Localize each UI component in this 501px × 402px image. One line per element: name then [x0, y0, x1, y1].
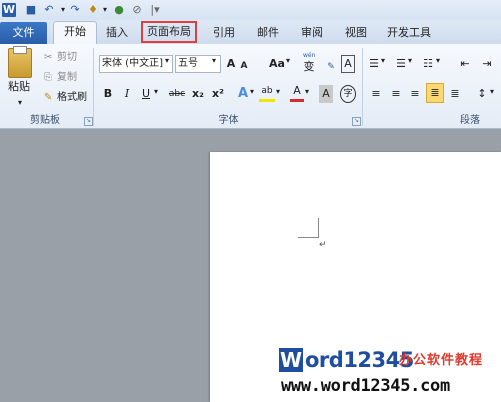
bold-button[interactable]: B: [101, 85, 115, 103]
change-case-button[interactable]: Aa: [268, 55, 286, 73]
highlight-dropdown-icon[interactable]: ▾: [276, 87, 280, 96]
font-color-dropdown-icon[interactable]: ▾: [305, 87, 309, 96]
strikethrough-button[interactable]: abc: [167, 85, 187, 103]
justify-icon[interactable]: ≣: [426, 83, 444, 103]
customize-icon[interactable]: |▾: [148, 3, 162, 17]
subscript-button[interactable]: x₂: [190, 85, 206, 103]
align-right-icon[interactable]: ≡: [408, 85, 422, 103]
paste-dropdown-icon[interactable]: ▾: [14, 94, 26, 112]
decrease-indent-icon[interactable]: ⇤: [458, 55, 472, 73]
change-case-dropdown-icon[interactable]: ▾: [286, 56, 290, 65]
watermark-url: www.word12345.com: [281, 376, 450, 396]
margin-corner-mark: [318, 218, 319, 238]
tab-developer[interactable]: 开发工具: [385, 23, 433, 43]
numbering-icon[interactable]: ☰: [395, 55, 407, 73]
watermark: W ord12345 办公软件教程 www.word12345.com: [279, 346, 494, 402]
group-separator: [362, 48, 363, 126]
font-launcher-icon[interactable]: ↘: [352, 117, 361, 126]
font-size-value: 五号: [178, 58, 198, 69]
align-center-icon[interactable]: ≡: [389, 85, 403, 103]
highlight-button[interactable]: ab: [259, 83, 275, 102]
enclose-characters-button[interactable]: 字: [340, 85, 356, 103]
clipboard-group-label: 剪贴板: [30, 115, 60, 126]
color-icon[interactable]: ●: [112, 3, 126, 17]
undo-icon[interactable]: ↶: [42, 3, 56, 17]
font-name-value: 宋体 (中文正]: [102, 58, 163, 69]
watermark-logo: W: [279, 348, 303, 372]
copy-button[interactable]: 复制: [57, 70, 77, 86]
font-group-label: 字体: [218, 115, 239, 126]
margin-corner-mark: [298, 237, 319, 238]
tab-review[interactable]: 审阅: [295, 23, 329, 43]
quick-access-toolbar: W ■ ↶ ▾ ↷ ♦ ▾ ● ⊘ |▾: [0, 0, 501, 21]
clear-formatting-icon[interactable]: ✎: [324, 58, 338, 76]
shrink-font-button[interactable]: A: [238, 57, 250, 75]
align-left-icon[interactable]: ≡: [369, 85, 383, 103]
clear-icon[interactable]: ⊘: [130, 3, 144, 17]
numbering-dropdown-icon[interactable]: ▾: [408, 56, 412, 65]
ribbon-tabs: 文件 开始 插入 页面布局 引用 邮件 审阅 视图 开发工具: [0, 20, 501, 45]
line-spacing-dropdown-icon[interactable]: ▾: [490, 87, 494, 96]
copy-icon: ⎘: [44, 72, 52, 83]
group-separator: [93, 48, 94, 126]
tab-view[interactable]: 视图: [339, 23, 373, 43]
underline-button[interactable]: U: [139, 85, 153, 103]
character-shading-button[interactable]: A: [319, 85, 333, 103]
font-name-dropdown-icon[interactable]: ▾: [165, 56, 169, 65]
format-painter-brush-icon: ✎: [44, 92, 53, 103]
multilevel-list-icon[interactable]: ☷: [421, 55, 435, 73]
bullets-icon[interactable]: ☰: [368, 55, 380, 73]
clipboard-launcher-icon[interactable]: ↘: [84, 117, 93, 126]
save-icon[interactable]: ■: [24, 3, 38, 17]
tab-references[interactable]: 引用: [207, 23, 241, 43]
redo-icon[interactable]: ↷: [68, 3, 82, 17]
paragraph-group-label: 段落: [460, 115, 480, 126]
line-spacing-icon[interactable]: ↕: [475, 85, 489, 103]
phonetic-guide-button[interactable]: 变: [301, 58, 317, 76]
increase-indent-icon[interactable]: ⇥: [480, 55, 494, 73]
cut-icon: ✂: [44, 52, 53, 63]
font-name-select[interactable]: 宋体 (中文正]: [99, 55, 173, 73]
tab-page-layout[interactable]: 页面布局: [141, 21, 197, 43]
tab-file[interactable]: 文件: [0, 22, 47, 44]
italic-button[interactable]: I: [120, 85, 134, 103]
paragraph-mark: ↵: [319, 240, 327, 250]
watermark-slogan: 办公软件教程: [399, 353, 484, 368]
underline-dropdown-icon[interactable]: ▾: [154, 87, 158, 96]
superscript-button[interactable]: x²: [210, 85, 226, 103]
distributed-icon[interactable]: ≣: [448, 85, 462, 103]
bullets-dropdown-icon[interactable]: ▾: [381, 56, 385, 65]
clipboard-clip-icon: [13, 46, 27, 54]
text-effects-button[interactable]: A: [236, 85, 250, 103]
font-size-dropdown-icon[interactable]: ▾: [212, 56, 216, 65]
format-painter-button[interactable]: 格式刷: [57, 90, 87, 106]
word-app-icon[interactable]: W: [2, 3, 16, 17]
tab-insert[interactable]: 插入: [100, 23, 134, 43]
font-color-button[interactable]: A: [290, 83, 304, 102]
tab-mailings[interactable]: 邮件: [251, 23, 285, 43]
cut-button[interactable]: 剪切: [57, 50, 77, 66]
tab-home[interactable]: 开始: [53, 21, 97, 45]
text-effects-dropdown-icon[interactable]: ▾: [250, 87, 254, 96]
grow-font-button[interactable]: A: [224, 55, 238, 73]
watermark-brand: ord12345: [305, 348, 414, 372]
format-painter-dropdown-icon[interactable]: ▾: [98, 3, 112, 17]
ribbon-home: 粘贴 ▾ ✂ 剪切 ⎘ 复制 ✎ 格式刷 剪贴板 ↘ 宋体 (中文正] ▾ 五号…: [0, 44, 501, 129]
character-border-button[interactable]: A: [341, 55, 355, 73]
multilevel-list-dropdown-icon[interactable]: ▾: [436, 56, 440, 65]
